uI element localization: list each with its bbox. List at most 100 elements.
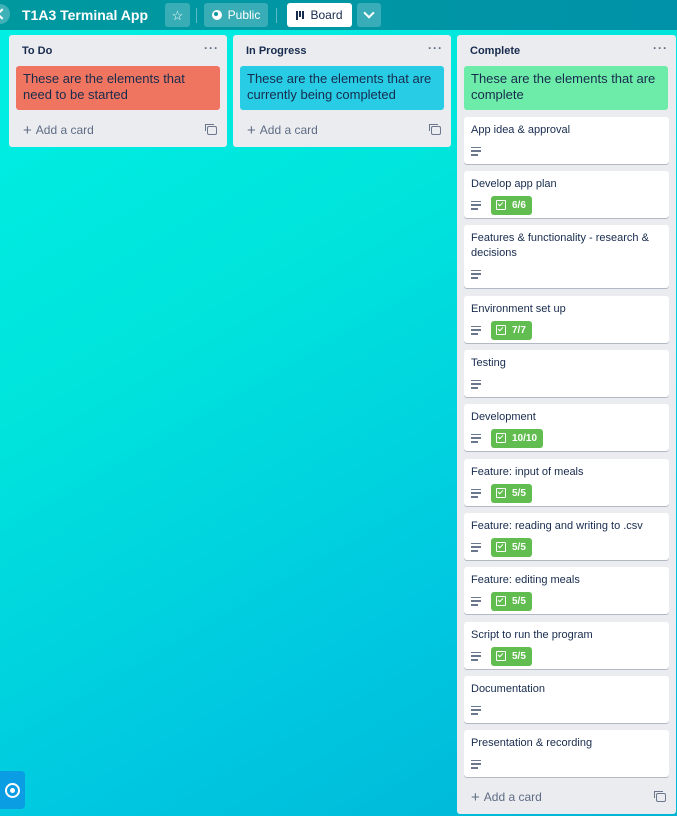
record-icon — [5, 782, 20, 798]
description-icon — [471, 146, 481, 156]
visibility-button[interactable]: Public — [204, 3, 268, 27]
board-view-button[interactable]: Board — [287, 3, 352, 27]
checklist-badge: 5/5 — [491, 483, 532, 503]
description-icon — [471, 325, 481, 335]
add-card-label: Add a card — [259, 123, 318, 137]
card[interactable]: Features & functionality - research & de… — [464, 225, 669, 288]
checklist-badge: 5/5 — [491, 537, 532, 557]
cover-card[interactable]: These are the elements that are currentl… — [240, 66, 444, 110]
board-view-label: Board — [310, 8, 343, 22]
card-title: Feature: editing meals — [471, 574, 580, 586]
card[interactable]: Testing — [464, 350, 669, 397]
card[interactable]: Develop app plan 6/6 — [464, 171, 669, 218]
description-icon — [471, 379, 481, 389]
card[interactable]: Presentation & recording — [464, 730, 669, 777]
board-title[interactable]: T1A3 Terminal App — [22, 6, 148, 24]
list-menu-icon[interactable]: ··· — [428, 41, 443, 55]
cover-card[interactable]: These are the elements that are complete — [464, 66, 668, 110]
card-title: Feature: input of meals — [471, 466, 584, 478]
card-title: Develop app plan — [471, 178, 557, 190]
card[interactable]: Script to run the program 5/5 — [464, 622, 669, 669]
add-card-button[interactable]: + Add a card — [471, 787, 542, 807]
checklist-count: 5/5 — [512, 541, 526, 553]
description-icon — [471, 651, 481, 661]
add-card-label: Add a card — [35, 123, 94, 137]
description-icon — [471, 433, 481, 443]
card[interactable]: Development 10/10 — [464, 404, 669, 451]
list-title[interactable]: To Do — [22, 45, 52, 57]
cover-card-text: These are the elements that are currentl… — [247, 71, 432, 102]
checklist-badge: 10/10 — [491, 428, 544, 448]
visibility-label: Public — [227, 8, 261, 22]
list-complete: Complete ··· These are the elements that… — [457, 35, 676, 814]
checklist-icon — [496, 542, 506, 552]
chevron-down-icon — [363, 7, 375, 19]
card[interactable]: Feature: editing meals 5/5 — [464, 567, 669, 614]
card-title: Feature: reading and writing to .csv — [471, 520, 643, 532]
checklist-badge: 5/5 — [491, 591, 532, 611]
checklist-badge: 5/5 — [491, 646, 532, 666]
list-menu-icon[interactable]: ··· — [653, 41, 668, 55]
cover-card-text: These are the elements that need to be s… — [23, 71, 185, 102]
checklist-count: 5/5 — [512, 650, 526, 662]
description-icon — [471, 705, 481, 715]
checklist-icon — [496, 433, 506, 443]
add-card-button[interactable]: + Add a card — [247, 120, 318, 140]
card[interactable]: Environment set up 7/7 — [464, 296, 669, 343]
description-icon — [471, 200, 481, 210]
star-icon: ☆ — [171, 7, 184, 23]
list-title[interactable]: Complete — [470, 45, 520, 57]
board-view-icon — [296, 10, 305, 20]
checklist-icon — [496, 325, 506, 335]
list-to-do: To Do ··· These are the elements that ne… — [9, 35, 227, 147]
description-icon — [471, 596, 481, 606]
checklist-badge: 7/7 — [491, 320, 532, 340]
checklist-icon — [496, 596, 506, 606]
expand-sidebar-button[interactable] — [0, 4, 10, 24]
card-template-icon[interactable] — [429, 124, 441, 135]
globe-icon — [211, 10, 222, 20]
list-title[interactable]: In Progress — [246, 45, 307, 57]
checklist-count: 7/7 — [512, 324, 526, 336]
checklist-count: 5/5 — [512, 487, 526, 499]
card[interactable]: Feature: input of meals 5/5 — [464, 459, 669, 506]
star-button[interactable]: ☆ — [165, 3, 190, 27]
checklist-icon — [496, 200, 506, 210]
floating-action-button[interactable] — [0, 771, 25, 809]
card[interactable]: Documentation — [464, 676, 669, 723]
cover-card[interactable]: These are the elements that need to be s… — [16, 66, 220, 110]
card[interactable]: Feature: reading and writing to .csv 5/5 — [464, 513, 669, 560]
card-title: Testing — [471, 357, 506, 369]
checklist-icon — [496, 488, 506, 498]
list-in-progress: In Progress ··· These are the elements t… — [233, 35, 451, 147]
checklist-count: 5/5 — [512, 595, 526, 607]
card-template-icon[interactable] — [205, 124, 217, 135]
card-title: Documentation — [471, 683, 545, 695]
divider — [276, 8, 277, 23]
checklist-badge: 6/6 — [491, 195, 532, 215]
plus-icon: + — [471, 788, 480, 806]
card-template-icon[interactable] — [654, 791, 666, 802]
board-header: T1A3 Terminal App ☆ Public Board — [0, 0, 677, 30]
chevron-right-icon — [0, 8, 8, 20]
description-icon — [471, 542, 481, 552]
card-title: Features & functionality - research & de… — [471, 232, 649, 259]
card-title: Environment set up — [471, 303, 566, 315]
divider — [196, 8, 197, 23]
plus-icon: + — [247, 121, 256, 139]
description-icon — [471, 488, 481, 498]
cover-card-text: These are the elements that are complete — [471, 71, 656, 102]
card[interactable]: App idea & approval — [464, 117, 669, 164]
checklist-count: 10/10 — [512, 432, 538, 444]
card-title: App idea & approval — [471, 124, 571, 136]
checklist-icon — [496, 651, 506, 661]
list-menu-icon[interactable]: ··· — [204, 41, 219, 55]
add-card-label: Add a card — [483, 790, 542, 804]
card-title: Presentation & recording — [471, 737, 593, 749]
add-card-button[interactable]: + Add a card — [23, 120, 94, 140]
checklist-count: 6/6 — [512, 199, 526, 211]
views-dropdown-button[interactable] — [357, 3, 381, 27]
description-icon — [471, 759, 481, 769]
description-icon — [471, 269, 481, 279]
card-title: Script to run the program — [471, 629, 593, 641]
